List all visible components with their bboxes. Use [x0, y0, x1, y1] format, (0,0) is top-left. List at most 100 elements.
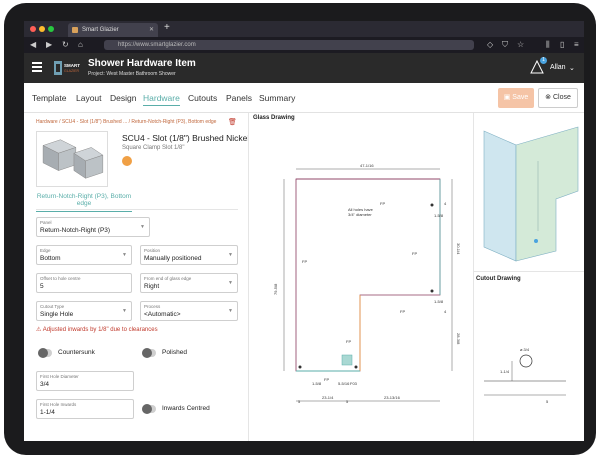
inwards-centred-toggle[interactable]	[142, 404, 156, 414]
edge-value: Bottom	[40, 255, 61, 262]
chevron-down-icon: ▼	[228, 280, 233, 286]
chevron-down-icon: ▼	[140, 224, 145, 230]
first-hole-inwards-input[interactable]: First Hole Inwards 1-1/4	[36, 399, 134, 419]
inwards-centred-label: Inwards Centred	[162, 405, 210, 412]
shower-3d-preview[interactable]	[476, 121, 582, 269]
first-hole-diameter-input[interactable]: First Hole Diameter 3/4	[36, 371, 134, 391]
countersunk-toggle[interactable]	[38, 348, 52, 358]
product-description: Square Clamp Slot 1/8"	[122, 145, 185, 151]
delete-icon[interactable]: 🗑	[228, 118, 237, 126]
hardware-marker	[534, 239, 538, 243]
first-hole-inwards-label: First Hole Inwards	[40, 402, 77, 407]
library-icon[interactable]: ⫼	[546, 39, 550, 51]
browser-tab[interactable]: Smart Glazier ✕	[68, 23, 158, 37]
browser-screen: Smart Glazier ✕ + ◀ ▶ ↻ ⌂ https://www.sm…	[24, 21, 584, 441]
hole-circle	[519, 354, 533, 368]
cutout-divider	[474, 271, 584, 272]
cutout-type-value: Single Hole	[40, 311, 74, 318]
section-tabs: Template Layout Design Hardware Cutouts …	[24, 83, 584, 113]
tab-summary[interactable]: Summary	[259, 93, 295, 103]
chevron-down-icon[interactable]: ⌄	[569, 64, 575, 72]
hole-offset-dim: 1-5/8	[312, 381, 322, 386]
countersunk-label: Countersunk	[58, 349, 95, 356]
pocket-icon[interactable]: ◇	[487, 39, 493, 51]
hole-offset-dim: 1-5/8	[434, 299, 444, 304]
edge-dim: 4	[444, 201, 447, 206]
shield-icon[interactable]: ⛉	[502, 39, 508, 51]
breadcrumb[interactable]: Hardware / SCU4 - Slot (1/8") Brushed ..…	[36, 119, 216, 125]
hole-marker	[430, 289, 434, 293]
panel-value: Return-Notch-Right (P3)	[40, 227, 111, 234]
home-icon[interactable]: ⌂	[78, 39, 83, 51]
cutout-drawing[interactable]: ø.3/4 1-1/4 5	[476, 283, 582, 439]
sidebar-icon[interactable]: ▯	[560, 39, 564, 51]
from-end-select[interactable]: From end of glass edge Right ▼	[140, 273, 238, 293]
hole-marker	[354, 365, 358, 369]
url-text: https://www.smartglazier.com	[118, 42, 196, 48]
close-button[interactable]: ⊗ Close	[538, 88, 578, 108]
offset-value: 5	[40, 283, 44, 290]
bookmark-star-icon[interactable]: ☆	[517, 39, 524, 51]
tab-hardware[interactable]: Hardware	[143, 93, 180, 106]
panel-select[interactable]: Panel Return-Notch-Right (P3) ▼	[36, 217, 150, 237]
save-button[interactable]: ▣ Save	[498, 88, 534, 108]
browser-tab-bar: Smart Glazier ✕ +	[24, 21, 584, 37]
chevron-down-icon: ▼	[228, 308, 233, 314]
process-value: <Automatic>	[144, 311, 181, 318]
tab-panels[interactable]: Panels	[226, 93, 252, 103]
back-icon[interactable]: ◀	[30, 39, 36, 51]
right-height-top-dim: 30-1/4	[456, 243, 461, 255]
fp-label: FP	[324, 377, 329, 382]
reload-icon[interactable]: ↻	[62, 39, 69, 51]
bottom-right-dim: 23-13/16	[384, 395, 401, 400]
left-offset-dim: 5	[298, 399, 301, 404]
forward-icon[interactable]: ▶	[46, 39, 52, 51]
tab-template[interactable]: Template	[32, 93, 67, 103]
window-maximize-button[interactable]	[48, 26, 54, 32]
fp-label: FP	[302, 259, 307, 264]
tab-cutouts[interactable]: Cutouts	[188, 93, 217, 103]
chevron-down-icon: ▼	[122, 252, 127, 258]
svg-text:GLAZIER: GLAZIER	[64, 69, 79, 73]
product-name: SCU4 - Slot (1/8") Brushed Nickel	[122, 133, 250, 143]
address-bar[interactable]: https://www.smartglazier.com	[104, 40, 474, 50]
right-offset-dim: 5	[346, 399, 349, 404]
polished-label: Polished	[162, 349, 187, 356]
right-height-bottom-dim: 28-3/8	[456, 333, 461, 345]
svg-text:SMART: SMART	[64, 63, 80, 68]
first-hole-diameter-value: 3/4	[40, 381, 50, 388]
window-close-button[interactable]	[30, 26, 36, 32]
process-select[interactable]: Process <Automatic> ▼	[140, 301, 238, 321]
close-label: Close	[552, 94, 571, 101]
cutout-type-select[interactable]: Cutout Type Single Hole ▼	[36, 301, 132, 321]
edge-select[interactable]: Edge Bottom ▼	[36, 245, 132, 265]
right-panel-divider	[473, 113, 474, 441]
offset-input[interactable]: Offset to hole centre 5	[36, 273, 132, 293]
hardware-clamp[interactable]	[341, 354, 353, 366]
hole-diameter-dim: ø.3/4	[520, 347, 530, 352]
close-icon: ⊗	[545, 94, 551, 101]
position-select[interactable]: Position Manually positioned ▼	[140, 245, 238, 265]
app-header: SMART GLAZIER Shower Hardware Item Proje…	[24, 53, 584, 83]
user-name[interactable]: Allan	[550, 64, 566, 71]
window-minimize-button[interactable]	[39, 26, 45, 32]
hamburger-menu-icon[interactable]	[32, 62, 42, 72]
from-end-value: Right	[144, 283, 160, 290]
tab-design[interactable]: Design	[110, 93, 136, 103]
tab-layout[interactable]: Layout	[76, 93, 102, 103]
position-value: Manually positioned	[144, 255, 202, 262]
glass-drawing[interactable]: 47-1/16 79-5/8 30-1/4 28-3/8 23-1/4 23-1…	[250, 121, 472, 439]
from-end-label: From end of glass edge	[144, 276, 192, 281]
clamp-offset-dim: 5-5/16	[338, 381, 350, 386]
page-title: Shower Hardware Item	[88, 58, 196, 69]
left-height-dim: 79-5/8	[273, 283, 278, 295]
save-icon: ▣	[503, 94, 511, 101]
cutout-type-label: Cutout Type	[40, 304, 65, 309]
menu-icon[interactable]: ≡	[574, 39, 579, 51]
tablet-bezel: Smart Glazier ✕ + ◀ ▶ ↻ ⌂ https://www.sm…	[4, 3, 596, 455]
new-tab-icon[interactable]: +	[164, 22, 170, 33]
chevron-down-icon: ▼	[228, 252, 233, 258]
polished-toggle[interactable]	[142, 348, 156, 358]
tab-close-icon[interactable]: ✕	[149, 23, 154, 37]
panel-label: Panel	[40, 220, 52, 225]
